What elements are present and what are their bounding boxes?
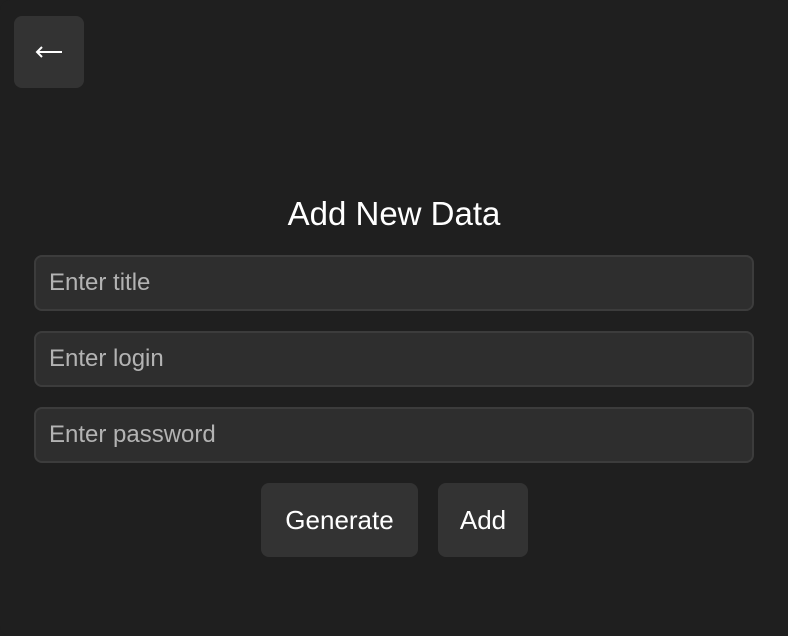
page-title: Add New Data bbox=[287, 195, 501, 232]
back-button[interactable] bbox=[14, 16, 84, 88]
add-data-screen: Add New Data Generate Add bbox=[0, 0, 788, 636]
add-button[interactable]: Add bbox=[438, 483, 528, 557]
back-arrow-icon bbox=[34, 45, 64, 59]
title-input[interactable] bbox=[34, 255, 754, 311]
generate-button[interactable]: Generate bbox=[261, 483, 418, 557]
login-input[interactable] bbox=[34, 331, 754, 387]
password-input[interactable] bbox=[34, 407, 754, 463]
